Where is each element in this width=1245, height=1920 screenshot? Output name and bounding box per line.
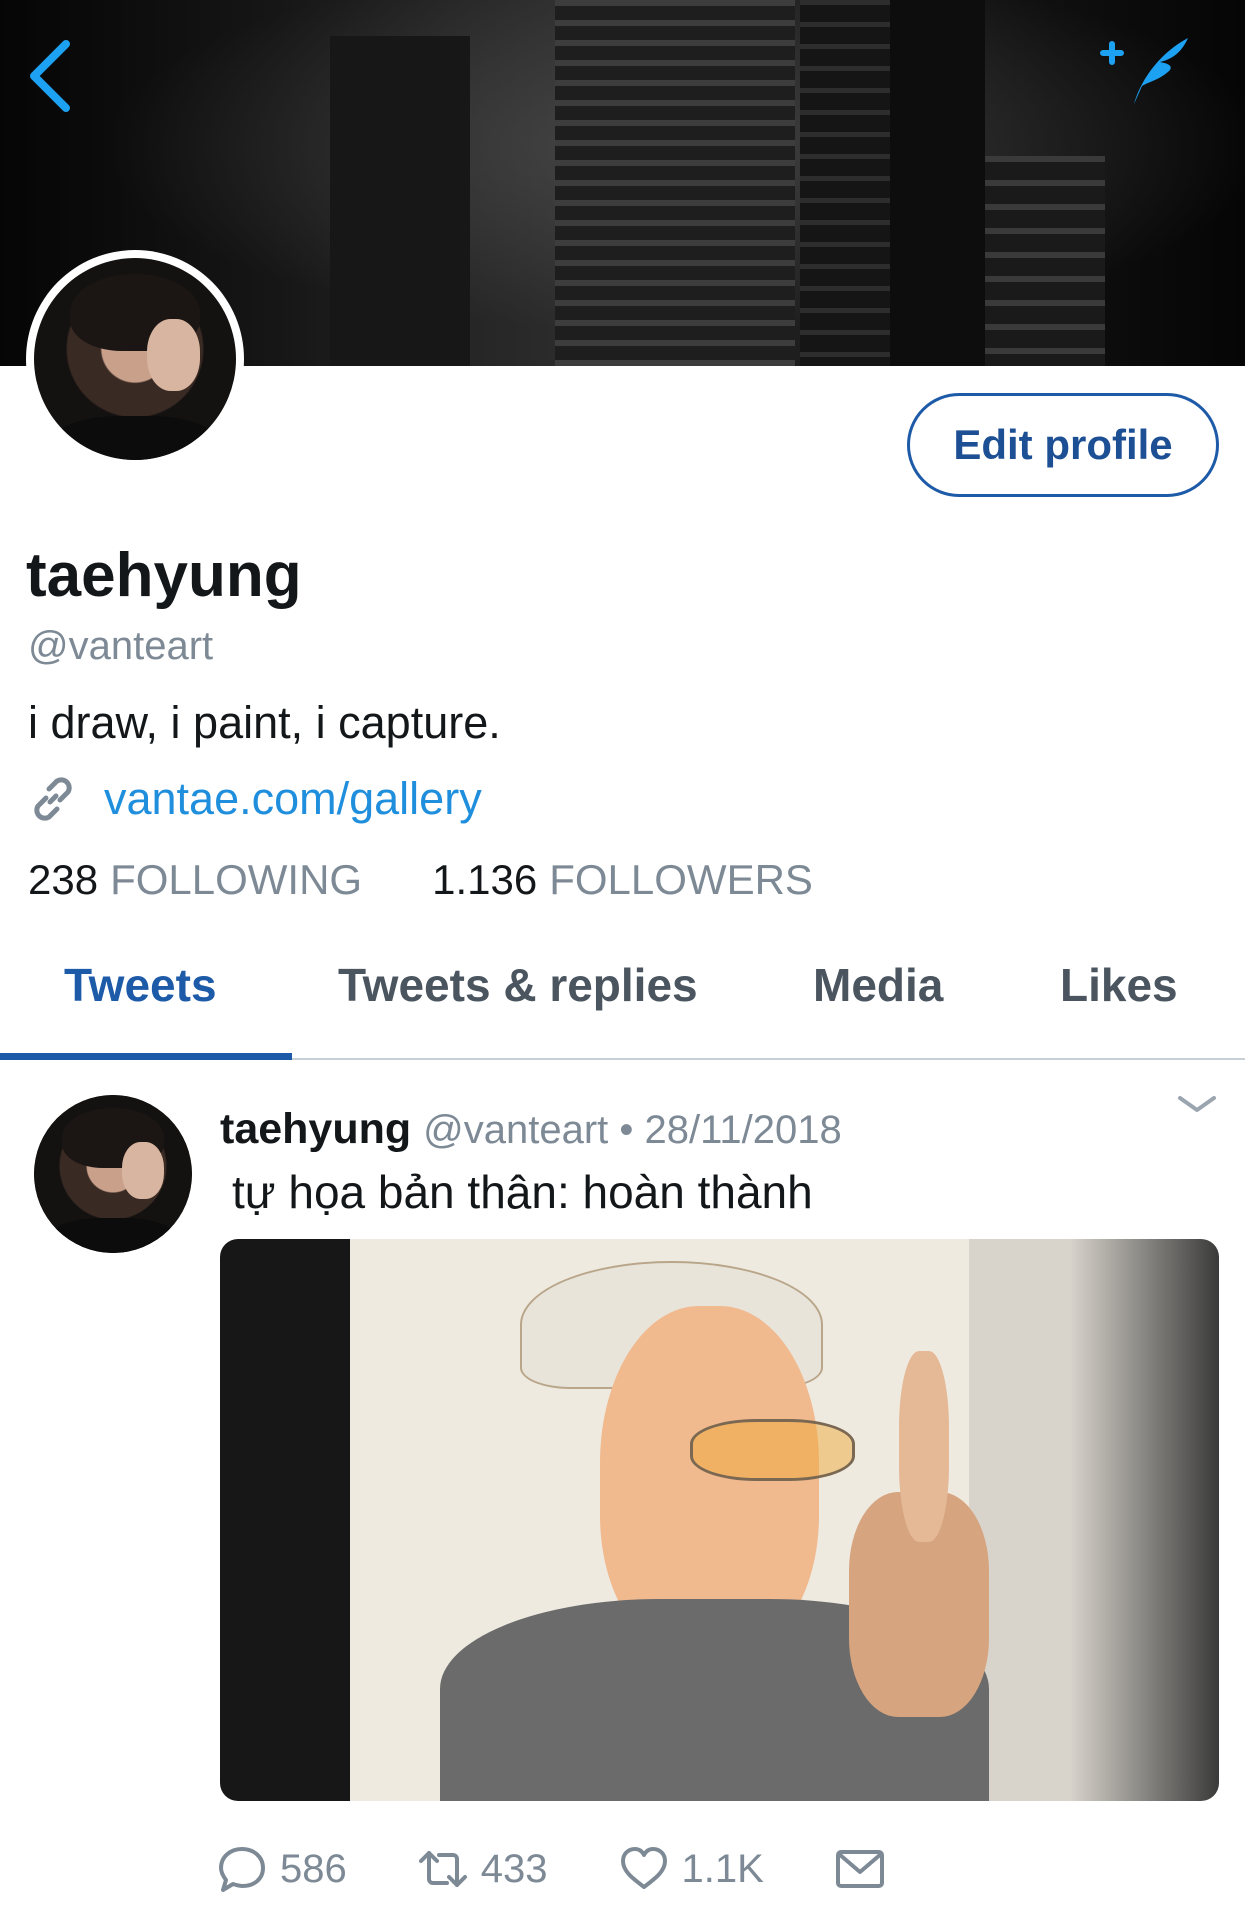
profile-avatar[interactable] — [26, 250, 244, 468]
tab-media[interactable]: Media — [813, 958, 943, 1012]
chevron-down-icon — [1178, 1096, 1216, 1112]
profile-name: taehyung — [26, 541, 302, 610]
following-label: FOLLOWING — [110, 856, 363, 903]
tweet-meta: @vanteart • 28/11/2018 — [423, 1108, 842, 1152]
tweet-options-button[interactable] — [1176, 1090, 1218, 1120]
tweet-author-name[interactable]: taehyung — [220, 1105, 411, 1154]
tweet-header: taehyung @vanteart • 28/11/2018 — [220, 1105, 842, 1154]
tab-likes[interactable]: Likes — [1060, 958, 1178, 1012]
retweet-button[interactable]: 433 — [417, 1843, 548, 1895]
message-button[interactable] — [834, 1843, 898, 1895]
followers-label: FOLLOWERS — [549, 856, 813, 903]
compose-tweet-button[interactable] — [1098, 30, 1194, 114]
tweet-actions: 586 433 1.1K — [216, 1843, 968, 1895]
reply-count: 586 — [280, 1846, 347, 1891]
back-icon — [30, 40, 70, 112]
tab-tweets[interactable]: Tweets — [64, 958, 217, 1012]
retweet-count: 433 — [480, 1846, 548, 1891]
tweet-avatar[interactable] — [34, 1095, 192, 1253]
profile-link-text[interactable]: vantae.com/gallery — [104, 773, 482, 825]
edit-profile-button[interactable]: Edit profile — [907, 393, 1219, 497]
link-icon — [34, 777, 72, 821]
compose-tweet-icon — [1100, 38, 1188, 104]
message-icon — [835, 1850, 884, 1888]
tab-tweets-replies[interactable]: Tweets & replies — [338, 958, 698, 1012]
profile-tabs: Tweets Tweets & replies Media Likes — [0, 940, 1245, 1060]
followers-stat[interactable]: 1.136 FOLLOWERS — [432, 856, 813, 904]
like-button[interactable]: 1.1K — [618, 1843, 764, 1895]
tweet-text: tự họa bản thân: hoàn thành — [232, 1166, 813, 1218]
profile-handle: @vanteart — [28, 624, 214, 668]
followers-count: 1.136 — [432, 856, 538, 903]
reply-icon — [219, 1847, 265, 1892]
tweet-avatar-photo — [34, 1095, 192, 1253]
active-tab-indicator — [0, 1053, 292, 1060]
profile-stats: 238 FOLLOWING 1.136 FOLLOWERS — [28, 856, 883, 904]
following-stat[interactable]: 238 FOLLOWING — [28, 856, 362, 904]
profile-bio: i draw, i paint, i capture. — [28, 697, 501, 748]
avatar-photo — [34, 258, 236, 460]
tweet-image[interactable] — [220, 1239, 1219, 1801]
profile-link[interactable]: vantae.com/gallery — [26, 772, 482, 826]
like-count: 1.1K — [681, 1846, 764, 1891]
retweet-icon — [418, 1851, 467, 1887]
back-button[interactable] — [22, 36, 78, 116]
like-icon — [620, 1847, 667, 1889]
reply-button[interactable]: 586 — [216, 1843, 347, 1895]
following-count: 238 — [28, 856, 99, 903]
